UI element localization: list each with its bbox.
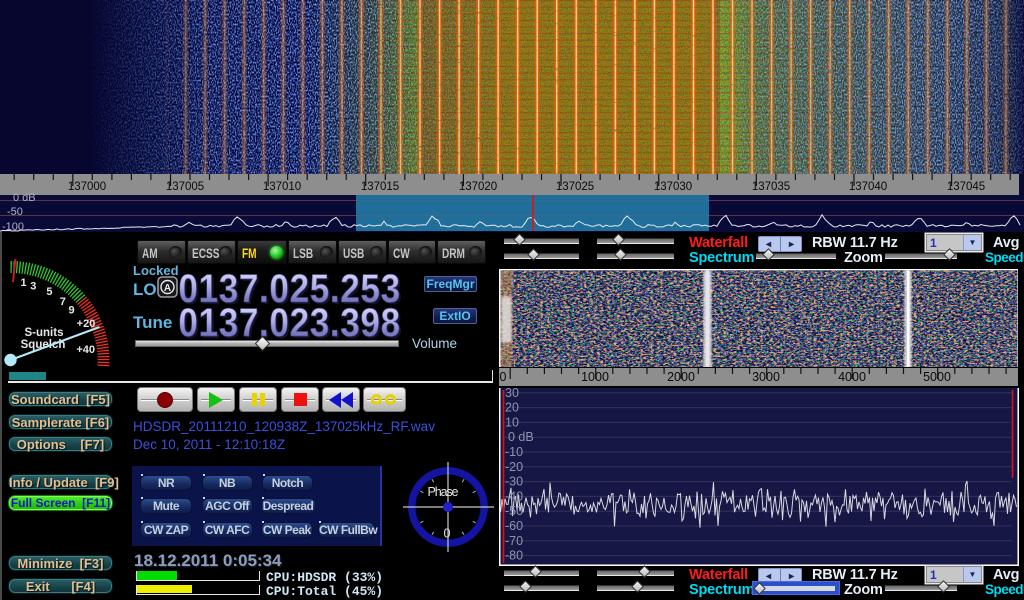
svg-text:3: 3 <box>30 280 36 292</box>
svg-text:LO: LO <box>133 280 157 299</box>
svg-text:9: 9 <box>68 305 74 317</box>
svg-text:Tune: Tune <box>133 313 172 332</box>
svg-text:-40: -40 <box>505 489 523 503</box>
svg-text:5: 5 <box>46 286 52 298</box>
svg-text:0 dB: 0 dB <box>508 430 534 444</box>
svg-text:30: 30 <box>505 388 519 400</box>
svg-text:-60: -60 <box>505 519 523 533</box>
svg-text:-20: -20 <box>505 460 523 474</box>
svg-text:+20: +20 <box>77 318 96 330</box>
svg-text:S-units: S-units <box>25 327 64 339</box>
svg-text:Squelch: Squelch <box>21 339 66 351</box>
svg-text:Phase: Phase <box>428 485 459 499</box>
svg-text:-50: -50 <box>505 504 523 518</box>
svg-text:-80: -80 <box>505 549 523 563</box>
svg-text:0: 0 <box>444 527 451 541</box>
svg-text:-30: -30 <box>505 475 523 489</box>
svg-text:1: 1 <box>20 277 26 289</box>
svg-text:+40: +40 <box>76 344 95 356</box>
svg-text:A: A <box>164 283 171 294</box>
svg-text:-70: -70 <box>505 534 523 548</box>
svg-text:20: 20 <box>505 401 519 415</box>
svg-text:0137.023.398: 0137.023.398 <box>178 300 400 340</box>
svg-text:10: 10 <box>505 415 519 429</box>
svg-text:-10: -10 <box>505 445 523 459</box>
svg-text:7: 7 <box>60 296 66 308</box>
